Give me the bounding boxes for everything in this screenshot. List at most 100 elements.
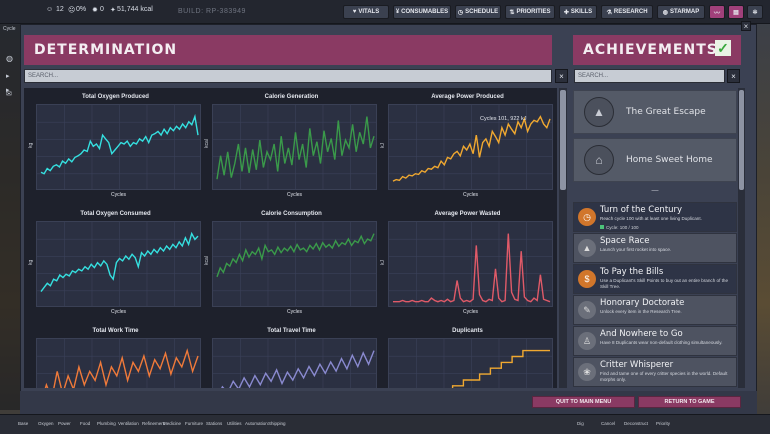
mail-icon[interactable]: ✉ [6, 90, 12, 98]
charts-scroll-thumb[interactable] [560, 90, 566, 190]
chart-plot[interactable] [388, 104, 553, 190]
chart-plot[interactable] [36, 104, 201, 190]
achievement-item[interactable]: ✎ Honorary Doctorate Unlock every item i… [573, 295, 737, 325]
game-screen: ☺ 12 ☹ 0% ✹ 0 ✦ 51,744 kcal BUILD: RP-38… [0, 0, 770, 434]
codex-button[interactable]: ▤ [728, 5, 744, 19]
starmap-button[interactable]: ◍ STARMAP [657, 5, 705, 19]
window-close-button[interactable]: × [741, 21, 751, 31]
achievement-progress: Cycle: 100 / 100 [600, 225, 639, 230]
schedule-button[interactable]: ◷ SCHEDULE [455, 5, 501, 19]
rocket-icon: ▲ [578, 239, 596, 257]
tool-ventilation[interactable]: Ventilation [118, 421, 139, 426]
achievement-item[interactable]: ❀ Critter Whisperer Find and tame one of… [573, 357, 737, 387]
chart-plot[interactable] [36, 338, 201, 388]
settings-button[interactable]: ✲ [747, 5, 763, 19]
achievement-item[interactable]: ▲ Space Race Launch your first rocket in… [573, 233, 737, 263]
chart-plot[interactable] [388, 338, 553, 388]
tool-dig[interactable]: Dig [577, 421, 584, 426]
chart-plot[interactable] [212, 338, 377, 388]
achievement-desc: Find and tame one of every critter speci… [600, 371, 728, 382]
tool-food[interactable]: Food [80, 421, 90, 426]
achievements-scroll-thumb[interactable] [739, 90, 744, 190]
planet-icon: ◍ [662, 9, 668, 16]
research-button[interactable]: ⚗ RESEARCH [601, 5, 653, 19]
tool-medicine[interactable]: Medicine [163, 421, 181, 426]
house-icon: ⌂ [584, 145, 614, 175]
return-to-game-button[interactable]: RETURN TO GAME [638, 396, 741, 408]
achievements-search-input[interactable]: SEARCH... [574, 69, 725, 83]
research-label: RESEARCH [613, 9, 648, 15]
consumables-button[interactable]: ¥ CONSUMABLES [393, 5, 451, 19]
tool-automation[interactable]: Automation [245, 421, 268, 426]
tool-cancel[interactable]: Cancel [601, 421, 615, 426]
gear-icon: ✲ [752, 9, 758, 16]
tool-plumbing[interactable]: Plumbing [97, 421, 116, 426]
chart-tooltip: Cycles 101, 922 kJ [480, 116, 527, 122]
achievements-title: ACHIEVEMENTS [583, 42, 718, 58]
tool-oxygen[interactable]: Oxygen [38, 421, 54, 426]
flag-icon[interactable]: ▸ [6, 72, 10, 80]
tool-base[interactable]: Base [18, 421, 28, 426]
chart-svg [37, 105, 200, 189]
chart-title: Calorie Generation [264, 94, 319, 100]
tool-furniture[interactable]: Furniture [185, 421, 203, 426]
skills-label: SKILLS [570, 9, 593, 15]
stats-search-input[interactable]: SEARCH... [24, 69, 552, 83]
achievement-desc: Launch your first rocket into space. [600, 247, 672, 252]
statistics-button[interactable]: 〰 [709, 5, 725, 19]
calorie-value: 51,744 kcal [117, 6, 153, 13]
duplicant-count: 12 [56, 6, 64, 13]
page-title: DETERMINATION [34, 42, 178, 58]
chart-plot[interactable] [388, 221, 553, 307]
achievements-header: ACHIEVEMENTS ✓ [573, 35, 741, 65]
priority-icon: ⇅ [509, 9, 515, 16]
determination-header: DETERMINATION [24, 35, 552, 65]
chart-y-axis-label: kJ [380, 260, 386, 265]
chart-y-axis-label: kcal [204, 139, 210, 148]
quit-to-main-menu-button[interactable]: QUIT TO MAIN MENU [532, 396, 635, 408]
chart-title: Total Oxygen Consumed [80, 211, 151, 217]
priorities-button[interactable]: ⇅ PRIORITIES [505, 5, 555, 19]
skills-icon: ✚ [563, 9, 569, 16]
clock-icon: ◷ [457, 9, 464, 16]
stats-search-clear-button[interactable]: × [555, 69, 568, 83]
tool-priority[interactable]: Priority [656, 421, 670, 426]
featured-achievement[interactable]: ▲ The Great Escape [573, 90, 737, 134]
featured-achievement[interactable]: ⌂ Home Sweet Home [573, 138, 737, 182]
chart-svg [213, 339, 376, 388]
progress-check-icon [600, 225, 604, 229]
achievement-desc: Use a Duplicant's Skill Points to buy ou… [600, 278, 729, 289]
tool-refinement[interactable]: Refinement [142, 421, 165, 426]
achievement-title: To Pay the Bills [600, 267, 664, 277]
cap-icon: ✎ [578, 301, 596, 319]
tool-utilities[interactable]: Utilities [227, 421, 242, 426]
achievement-desc: Unlock every item in the Research Tree. [600, 309, 682, 314]
tool-power[interactable]: Power [58, 421, 71, 426]
vitals-button[interactable]: ♥ VITALS [343, 5, 389, 19]
achievement-title: Critter Whisperer [600, 360, 674, 370]
skills-button[interactable]: ✚ SKILLS [559, 5, 597, 19]
statistics-charts: Total Oxygen Produced Cycles kg Calorie Gen… [24, 88, 557, 388]
heart-icon: ♥ [352, 9, 357, 15]
starmap-label: STARMAP [670, 9, 700, 15]
tool-deconstruct[interactable]: Deconstruct [624, 421, 648, 426]
tool-shipping[interactable]: Shipping [268, 421, 286, 426]
chart-title: Total Travel Time [267, 328, 316, 334]
stress-value: 0% [76, 6, 87, 13]
chart-plot[interactable] [36, 221, 201, 307]
chart-plot[interactable] [212, 221, 377, 307]
achievement-desc: Have 8 Duplicants wear non-default cloth… [600, 340, 723, 345]
achievement-title: Space Race [600, 236, 650, 246]
achievements-search-clear-button[interactable]: × [727, 69, 740, 83]
achievement-item[interactable]: ♙ And Nowhere to Go Have 8 Duplicants we… [573, 326, 737, 356]
top-hud: ☺ 12 ☹ 0% ✹ 0 ✦ 51,744 kcal BUILD: RP-38… [0, 0, 770, 24]
alert-icon[interactable]: ◍ [6, 54, 13, 63]
tool-stations[interactable]: Stations [206, 421, 222, 426]
achievements-list: ▲ The Great Escape ⌂ Home Sweet Home — ◷… [573, 88, 737, 388]
achievement-item[interactable]: $ To Pay the Bills Use a Duplicant's Ski… [573, 264, 737, 294]
achievement-item[interactable]: ◷ Turn of the Century Reach cycle 100 wi… [573, 202, 737, 232]
clock-icon: ◷ [578, 208, 596, 226]
chart-svg [389, 222, 552, 306]
chart-title: Duplicants [452, 328, 483, 334]
chart-plot[interactable] [212, 104, 377, 190]
